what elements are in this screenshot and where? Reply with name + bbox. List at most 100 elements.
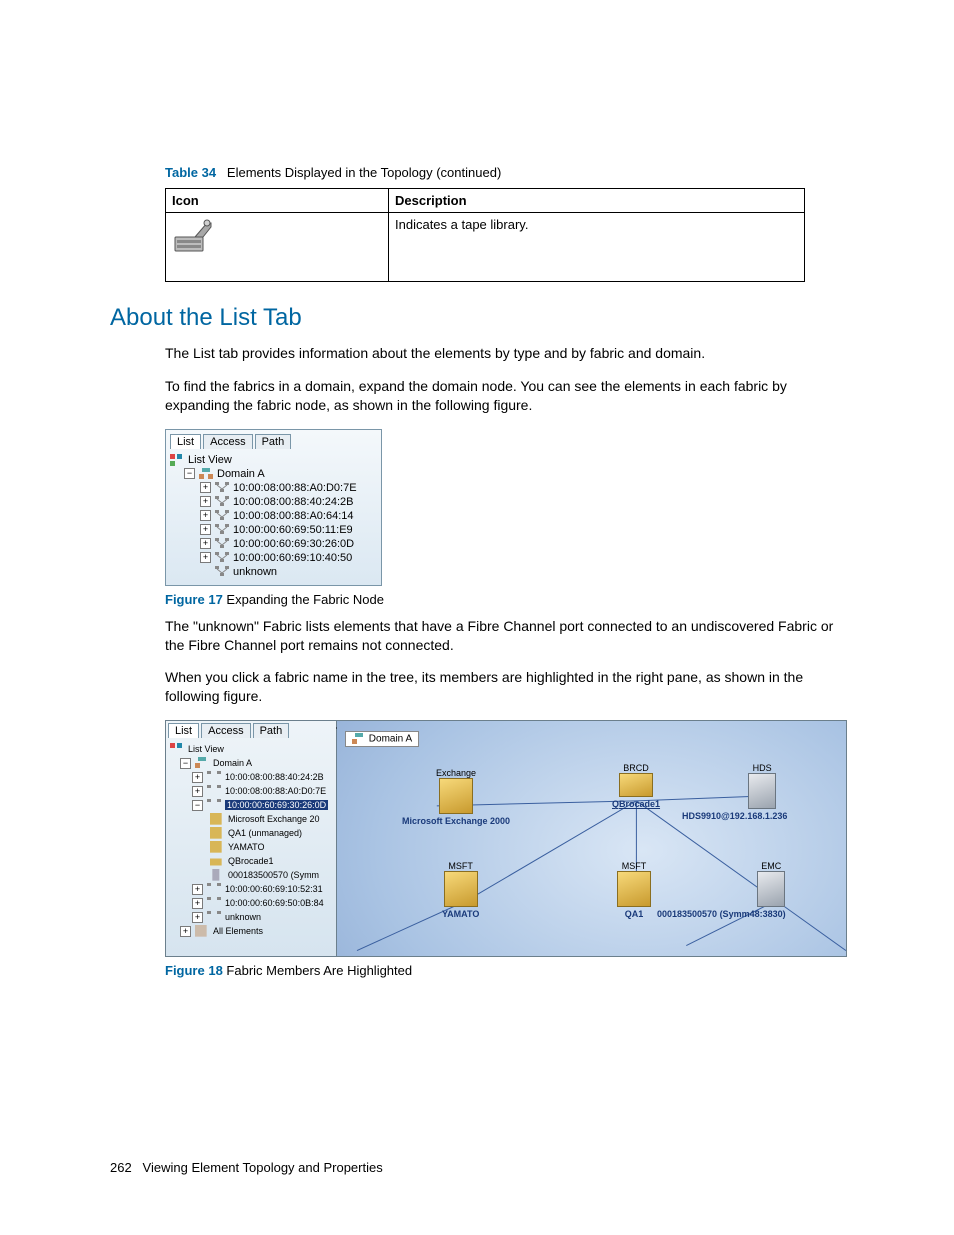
footer-title: Viewing Element Topology and Properties bbox=[143, 1160, 383, 1175]
tree-label: Microsoft Exchange 20 bbox=[228, 814, 320, 824]
tree-label: 10:00:08:00:88:A0:D0:7E bbox=[233, 482, 357, 494]
tree-root[interactable]: List View bbox=[170, 453, 377, 467]
expand-icon[interactable]: + bbox=[200, 510, 211, 521]
collapse-icon[interactable]: − bbox=[180, 758, 191, 769]
collapse-icon[interactable]: − bbox=[192, 800, 203, 811]
expand-icon[interactable]: + bbox=[192, 884, 203, 895]
figure-18-topology-pane[interactable]: Domain A Exchange Microsoft Exchange 200… bbox=[337, 721, 846, 956]
storage-icon bbox=[748, 773, 776, 809]
tape-library-icon bbox=[173, 217, 213, 255]
tree-item[interactable]: +10:00:00:60:69:10:52:31 bbox=[170, 882, 332, 896]
tree-item[interactable]: + 10:00:08:00:88:A0:D0:7E bbox=[170, 481, 377, 495]
expand-icon[interactable]: + bbox=[192, 912, 203, 923]
node-label: YAMATO bbox=[442, 909, 479, 919]
section-title: About the List Tab bbox=[110, 304, 844, 332]
tree-item[interactable]: + 10:00:00:60:69:50:11:E9 bbox=[170, 523, 377, 537]
tree-root[interactable]: List View bbox=[170, 742, 332, 756]
tab-list[interactable]: List bbox=[170, 434, 201, 449]
expand-icon[interactable]: + bbox=[200, 552, 211, 563]
tree-item[interactable]: + 10:00:00:60:69:30:26:0D bbox=[170, 537, 377, 551]
tree-label: QBrocade1 bbox=[228, 856, 274, 866]
fabric-icon bbox=[207, 911, 221, 923]
fabric-icon bbox=[207, 883, 221, 895]
tree-item[interactable]: + 10:00:08:00:88:A0:64:14 bbox=[170, 509, 377, 523]
expand-icon[interactable]: + bbox=[192, 772, 203, 783]
tab-access[interactable]: Access bbox=[201, 723, 250, 738]
icon-cell bbox=[166, 213, 389, 282]
figure-18-caption: Figure 18 Fabric Members Are Highlighted bbox=[165, 963, 844, 978]
expand-icon[interactable]: + bbox=[200, 538, 211, 549]
fabric-icon bbox=[207, 799, 221, 811]
tree-domain[interactable]: − Domain A bbox=[170, 467, 377, 481]
tree-label: 10:00:00:60:69:50:0B:84 bbox=[225, 898, 324, 908]
paragraph: The "unknown" Fabric lists elements that… bbox=[165, 617, 844, 655]
topology-node-yamato[interactable]: MSFT YAMATO bbox=[442, 861, 479, 919]
server-icon bbox=[210, 813, 224, 825]
topology-node-emc[interactable]: EMC 000183500570 (Symm48:3830) bbox=[757, 861, 786, 919]
tree-label: Domain A bbox=[213, 758, 252, 768]
tab-access[interactable]: Access bbox=[203, 434, 252, 449]
domain-icon bbox=[199, 468, 213, 480]
tree-domain[interactable]: − Domain A bbox=[170, 756, 332, 770]
tree-item[interactable]: YAMATO bbox=[170, 840, 332, 854]
tree-label: List View bbox=[188, 744, 224, 754]
tree-item[interactable]: Microsoft Exchange 20 bbox=[170, 812, 332, 826]
node-label: QBrocade1 bbox=[612, 799, 660, 809]
paragraph: When you click a fabric name in the tree… bbox=[165, 668, 844, 706]
expand-icon[interactable]: + bbox=[200, 496, 211, 507]
tree-item[interactable]: +10:00:08:00:88:A0:D0:7E bbox=[170, 784, 332, 798]
fabric-icon bbox=[207, 897, 221, 909]
storage-icon bbox=[210, 869, 224, 881]
tree-item[interactable]: +10:00:08:00:88:40:24:2B bbox=[170, 770, 332, 784]
tree-view: List View − Domain A + 10:00:08:00:88:A0… bbox=[166, 449, 381, 585]
expand-icon[interactable]: + bbox=[200, 482, 211, 493]
tree-item[interactable]: QA1 (unmanaged) bbox=[170, 826, 332, 840]
tab-list[interactable]: List bbox=[168, 723, 199, 738]
figure-label: Figure 17 bbox=[165, 592, 223, 607]
tree-label: 10:00:00:60:69:10:40:50 bbox=[233, 552, 352, 564]
tree-label: 10:00:00:60:69:50:11:E9 bbox=[233, 524, 353, 536]
storage-icon bbox=[757, 871, 785, 907]
tree-item[interactable]: +All Elements bbox=[170, 924, 332, 938]
tabs: List Access Path bbox=[166, 430, 381, 449]
tab-path[interactable]: Path bbox=[253, 723, 290, 738]
figure-label: Figure 18 bbox=[165, 963, 223, 978]
page-number: 262 bbox=[110, 1160, 132, 1175]
topology-node-exchange[interactable]: Exchange Microsoft Exchange 2000 bbox=[402, 768, 510, 826]
tree-item[interactable]: +unknown bbox=[170, 910, 332, 924]
node-tag: HDS bbox=[737, 763, 787, 773]
server-icon bbox=[617, 871, 651, 907]
tree-label: 10:00:00:60:69:10:52:31 bbox=[225, 884, 323, 894]
col-header-desc: Description bbox=[389, 189, 805, 213]
tree-item[interactable]: +10:00:00:60:69:50:0B:84 bbox=[170, 896, 332, 910]
node-tag: Exchange bbox=[402, 768, 510, 778]
expand-icon[interactable]: + bbox=[192, 786, 203, 797]
tree-item[interactable]: + 10:00:08:00:88:40:24:2B bbox=[170, 495, 377, 509]
tree-label-selected: 10:00:00:60:69:30:26:0D bbox=[225, 800, 328, 810]
tree-label: 10:00:00:60:69:30:26:0D bbox=[233, 538, 354, 550]
topology-node-hds[interactable]: HDS HDS9910@192.168.1.236 bbox=[737, 763, 787, 821]
expand-icon[interactable]: + bbox=[192, 898, 203, 909]
fabric-icon bbox=[215, 538, 229, 550]
node-tag: MSFT bbox=[617, 861, 651, 871]
tab-path[interactable]: Path bbox=[255, 434, 292, 449]
tree-label: 10:00:08:00:88:40:24:2B bbox=[225, 772, 324, 782]
figure-17-caption: Figure 17 Expanding the Fabric Node bbox=[165, 592, 844, 607]
tree-item[interactable]: QBrocade1 bbox=[170, 854, 332, 868]
tree-label: 10:00:08:00:88:A0:D0:7E bbox=[225, 786, 326, 796]
topology-node-qa1[interactable]: MSFT QA1 bbox=[617, 861, 651, 919]
tree-item[interactable]: 000183500570 (Symm bbox=[170, 868, 332, 882]
table-caption: Table 34 Elements Displayed in the Topol… bbox=[165, 165, 844, 180]
tree-item[interactable]: + 10:00:00:60:69:10:40:50 bbox=[170, 551, 377, 565]
domain-icon bbox=[195, 757, 209, 769]
tree-item-selected[interactable]: − 10:00:00:60:69:30:26:0D bbox=[170, 798, 332, 812]
fabric-icon bbox=[207, 785, 221, 797]
tree-item[interactable]: unknown bbox=[170, 565, 377, 579]
collapse-icon[interactable]: − bbox=[184, 468, 195, 479]
expand-icon[interactable]: + bbox=[180, 926, 191, 937]
topology-node-brocade[interactable]: BRCD QBrocade1 bbox=[612, 763, 660, 809]
fabric-icon bbox=[215, 524, 229, 536]
expand-icon[interactable]: + bbox=[200, 524, 211, 535]
page-footer: 262 Viewing Element Topology and Propert… bbox=[110, 1160, 383, 1175]
node-label: QA1 bbox=[617, 909, 651, 919]
